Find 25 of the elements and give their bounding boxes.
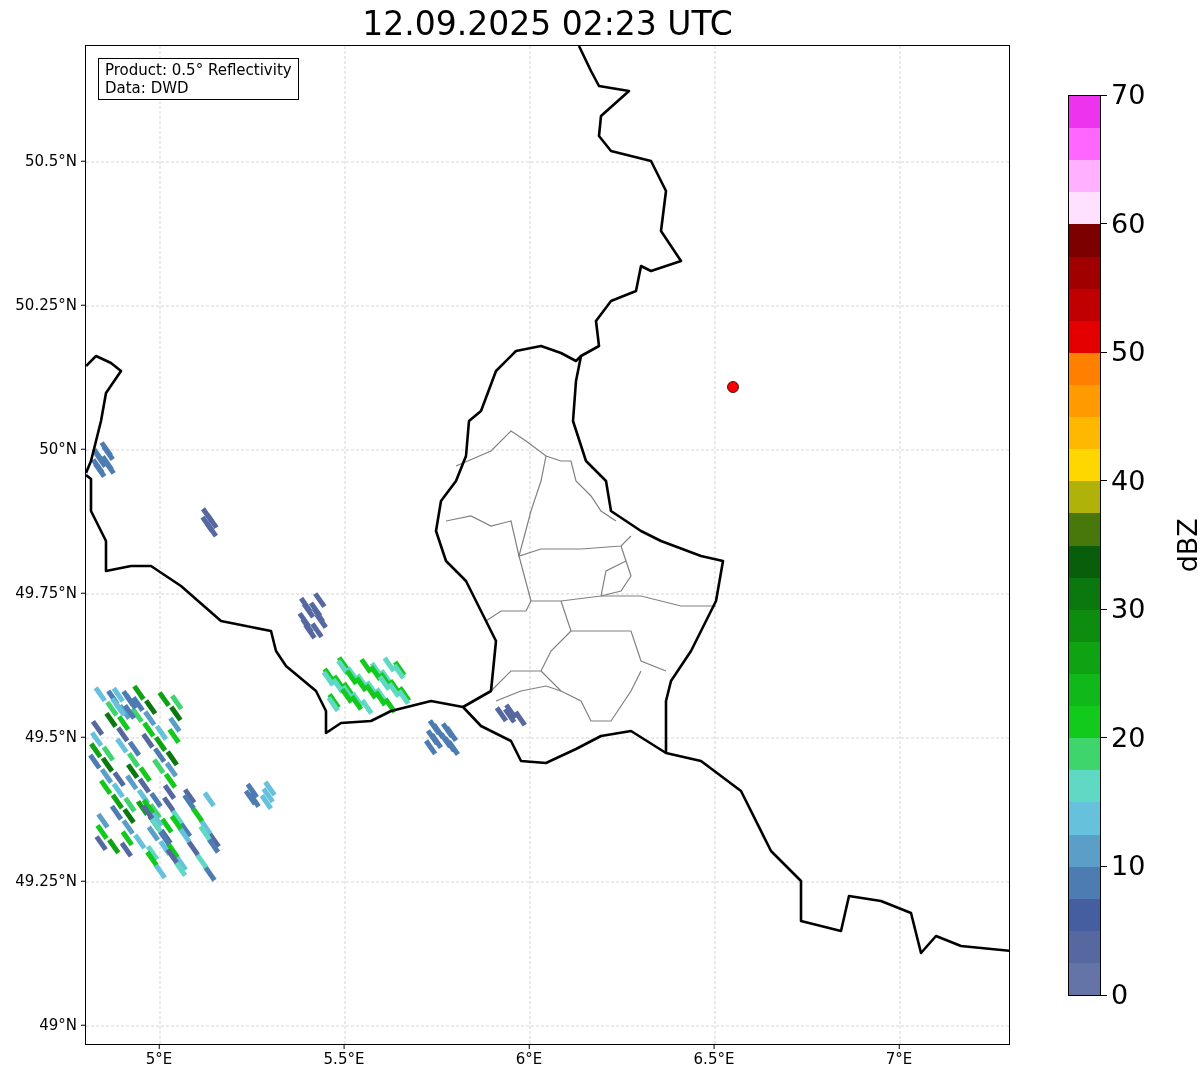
axis-tick-label: 6.5°E — [693, 1049, 735, 1069]
legend-text: Product: 0.5° Reflectivity — [105, 61, 292, 79]
colorbar-tick-label: 10 — [1111, 851, 1146, 882]
axis-tick-label: 49°N — [39, 1014, 77, 1036]
axis-tick-label: 50°N — [39, 438, 77, 460]
colorbar-tick-label: 50 — [1111, 337, 1146, 368]
legend-text: Data: DWD — [105, 79, 190, 97]
axis-tick-label: 49.25°N — [15, 870, 77, 892]
axis-tick-label: 49.5°N — [24, 726, 77, 748]
colorbar-tick-label: 20 — [1111, 722, 1146, 753]
axis-tick-label: 50.5°N — [24, 150, 77, 172]
axis-tick-label: 5.5°E — [323, 1049, 365, 1069]
station-marker-icon — [727, 381, 739, 393]
colorbar-tick-label: 60 — [1111, 208, 1146, 239]
colorbar-tick-label: 0 — [1111, 980, 1129, 1010]
colorbar-tick-label: 30 — [1111, 594, 1146, 625]
axis-tick-label: 7°E — [885, 1049, 913, 1069]
axis-tick-label: 49.75°N — [15, 582, 77, 604]
chart-title: 12.09.2025 02:23 UTC — [361, 3, 734, 45]
axis-tick-label: 5°E — [145, 1049, 173, 1069]
axis-tick-label: 6°E — [515, 1049, 543, 1069]
colorbar-tick-label: 70 — [1111, 80, 1146, 110]
colorbar-axis-label: dBZ — [1170, 518, 1202, 573]
axis-tick-label: 50.25°N — [15, 294, 77, 316]
colorbar-tick-label: 40 — [1111, 465, 1146, 496]
